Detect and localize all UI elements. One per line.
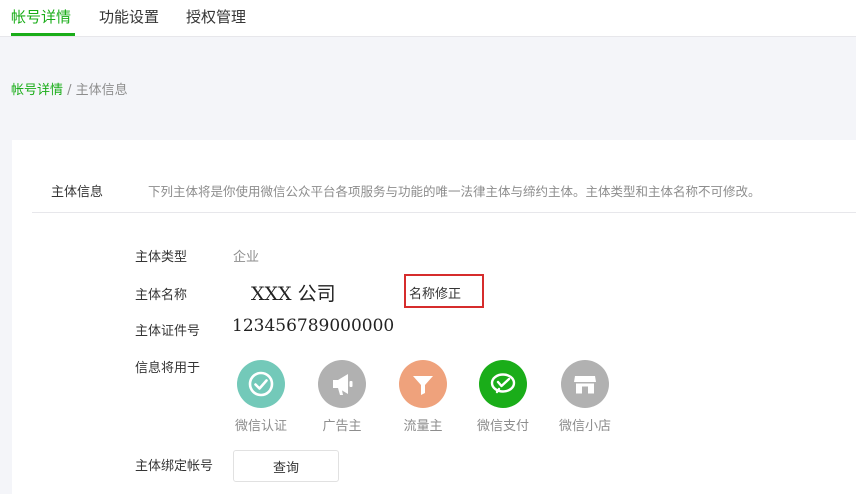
tab-account-details[interactable]: 帐号详情: [11, 6, 71, 27]
usage-label-text: 微信支付: [476, 419, 529, 434]
name-fix-link[interactable]: 名称修正: [409, 283, 461, 302]
breadcrumb: 帐号详情 / 主体信息: [11, 79, 128, 98]
usage-label-text: 广告主: [322, 419, 362, 434]
bound-account-label: 主体绑定帐号: [135, 459, 214, 474]
entity-cert-label: 主体证件号: [135, 324, 201, 339]
usage-item-wechat-pay: 微信支付: [463, 360, 543, 434]
entity-type-value: 企业: [233, 250, 260, 265]
usage-label-text: 微信小店: [558, 419, 611, 434]
entity-name-label: 主体名称: [135, 288, 188, 303]
active-tab-indicator: [11, 33, 75, 36]
usage-item-advertiser: 广告主: [302, 360, 382, 434]
usage-label-text: 微信认证: [234, 419, 287, 434]
usage-item-traffic-master: 流量主: [383, 360, 463, 434]
usage-item-wechat-verification: 微信认证: [221, 360, 301, 434]
funnel-icon: [399, 360, 447, 408]
megaphone-icon: [318, 360, 366, 408]
tab-authorization-management[interactable]: 授权管理: [186, 6, 246, 27]
section-divider: [32, 212, 856, 213]
entity-name-value: XXX 公司: [251, 283, 336, 305]
check-icon: [237, 360, 285, 408]
breadcrumb-current: 主体信息: [75, 83, 128, 98]
top-tab-bar: 帐号详情 功能设置 授权管理: [0, 0, 856, 37]
usage-item-wechat-store: 微信小店: [545, 360, 625, 434]
breadcrumb-account-details[interactable]: 帐号详情: [11, 83, 63, 98]
wechat-pay-icon: [479, 360, 527, 408]
section-title: 主体信息: [51, 185, 104, 200]
entity-cert-value: 123456789000000: [232, 316, 395, 336]
tab-function-settings[interactable]: 功能设置: [99, 6, 159, 27]
usage-label: 信息将用于: [135, 361, 201, 376]
store-icon: [561, 360, 609, 408]
breadcrumb-separator: /: [63, 83, 76, 98]
query-button[interactable]: 查询: [233, 450, 339, 482]
section-description: 下列主体将是你使用微信公众平台各项服务与功能的唯一法律主体与缔约主体。主体类型和…: [148, 184, 761, 199]
entity-type-label: 主体类型: [135, 250, 188, 265]
usage-label-text: 流量主: [403, 419, 443, 434]
